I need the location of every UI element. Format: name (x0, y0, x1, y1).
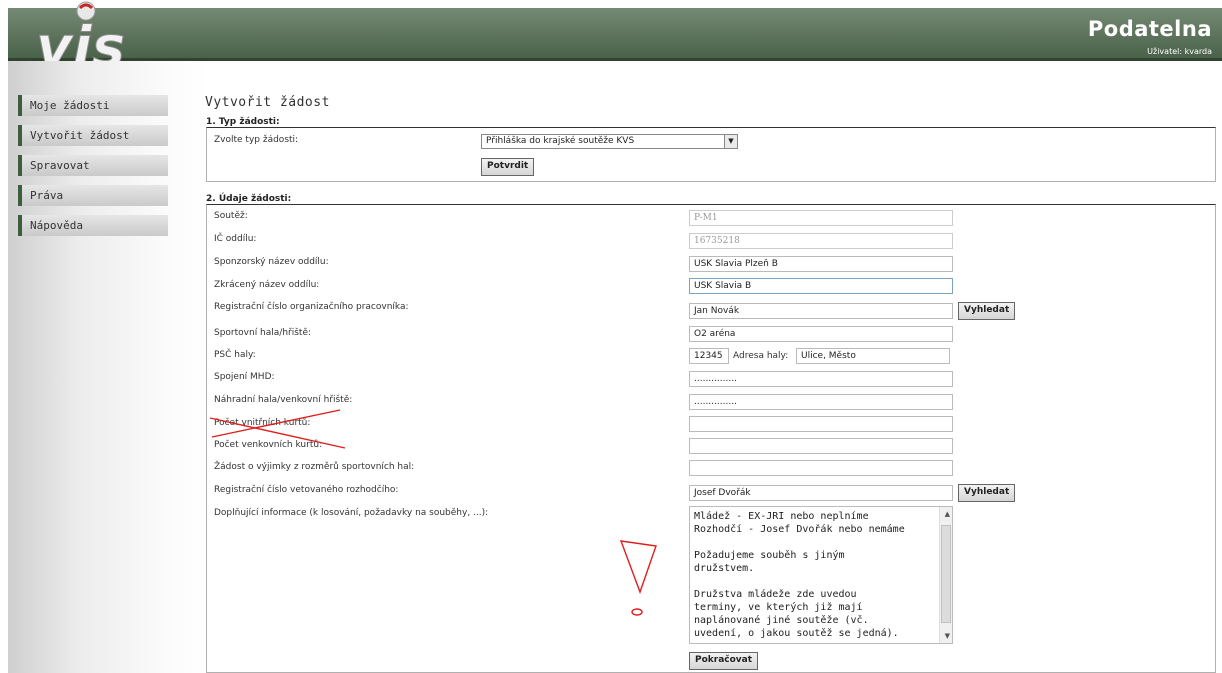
hall-exception-input[interactable] (689, 460, 953, 476)
vetoed-referee-input[interactable]: Josef Dvořák (689, 485, 953, 501)
hall-zip-input[interactable]: 12345 (689, 348, 729, 364)
competition-input[interactable]: P-M1 (689, 210, 953, 226)
section-details-title: 2. Údaje žádosti: (206, 194, 292, 204)
search-organizer-button[interactable]: Vyhledat (958, 302, 1016, 320)
scroll-down-icon[interactable]: ▼ (945, 632, 950, 640)
additional-info-textarea[interactable]: Mládež - EX-JRI nebo neplníme Rozhodčí -… (689, 506, 953, 644)
hall-zip-label: PSČ haly: (214, 350, 256, 360)
sidebar-item-rights[interactable]: Práva (18, 185, 168, 206)
section-type-title: 1. Typ žádosti: (206, 117, 280, 127)
indoor-courts-label: Počet vnitřních kurtů: (214, 418, 311, 428)
scroll-thumb[interactable] (941, 525, 951, 623)
club-id-input[interactable]: 16735218 (689, 233, 953, 249)
competition-label: Soutěž: (214, 211, 248, 221)
alternate-hall-input[interactable]: ............... (689, 394, 953, 410)
indoor-courts-input[interactable] (689, 416, 953, 432)
textarea-scrollbar[interactable]: ▲ ▼ (939, 507, 952, 643)
sidebar-item-help[interactable]: Nápověda (18, 215, 168, 236)
public-transport-input[interactable]: ............... (689, 371, 953, 387)
organizer-id-label: Registrační číslo organizačního pracovní… (214, 302, 409, 312)
sidebar-item-my-requests[interactable]: Moje žádosti (18, 95, 168, 116)
hall-label: Sportovní hala/hřiště: (214, 328, 312, 338)
sidebar: Moje žádosti Vytvořit žádost Spravovat P… (8, 61, 208, 673)
additional-info-text: Mládež - EX-JRI nebo neplníme Rozhodčí -… (694, 511, 905, 639)
club-id-label: IČ oddílu: (214, 234, 257, 244)
type-label: Zvolte typ žádosti: (214, 135, 299, 145)
app-title: Podatelna (1087, 17, 1212, 41)
organizer-id-input[interactable]: Jan Novák (689, 303, 953, 319)
confirm-button[interactable]: Potvrdit (481, 158, 535, 176)
sidebar-item-manage[interactable]: Spravovat (18, 155, 168, 176)
page-title: Vytvořit žádost (205, 95, 330, 110)
request-type-select[interactable]: Přihláška do krajské soutěže KVS (481, 134, 738, 149)
hall-address-label: Adresa haly: (733, 351, 789, 361)
outdoor-courts-input[interactable] (689, 438, 953, 454)
scroll-up-icon[interactable]: ▲ (945, 510, 950, 518)
continue-button[interactable]: Pokračovat (689, 652, 759, 670)
dropdown-arrow-icon[interactable]: ▼ (724, 135, 737, 148)
user-info: Uživatel: kvarda (1147, 47, 1212, 56)
hall-input[interactable]: O2 aréna (689, 326, 953, 342)
short-name-label: Zkrácený název oddílu: (214, 280, 320, 290)
app-header: Podatelna Uživatel: kvarda (8, 8, 1222, 61)
outdoor-courts-label: Počet venkovních kurtů: (214, 440, 323, 450)
hall-exception-label: Žádost o výjimky z rozměrů sportovních h… (214, 462, 415, 472)
additional-info-label: Doplňující informace (k losování, požada… (214, 508, 489, 518)
sidebar-item-create-request[interactable]: Vytvořit žádost (18, 125, 168, 146)
vis-logo[interactable]: vis (28, 0, 138, 70)
alternate-hall-label: Náhradní hala/venkovní hřiště: (214, 395, 353, 405)
hall-address-input[interactable]: Ulice, Město (796, 348, 950, 364)
vetoed-referee-label: Registrační číslo vetovaného rozhodčího: (214, 485, 399, 495)
sponsor-name-label: Sponzorský název oddílu: (214, 257, 329, 267)
search-referee-button[interactable]: Vyhledat (958, 484, 1016, 502)
short-name-input[interactable]: USK Slavia B (689, 278, 953, 294)
public-transport-label: Spojení MHD: (214, 372, 275, 382)
sponsor-name-input[interactable]: USK Slavia Plzeň B (689, 256, 953, 272)
